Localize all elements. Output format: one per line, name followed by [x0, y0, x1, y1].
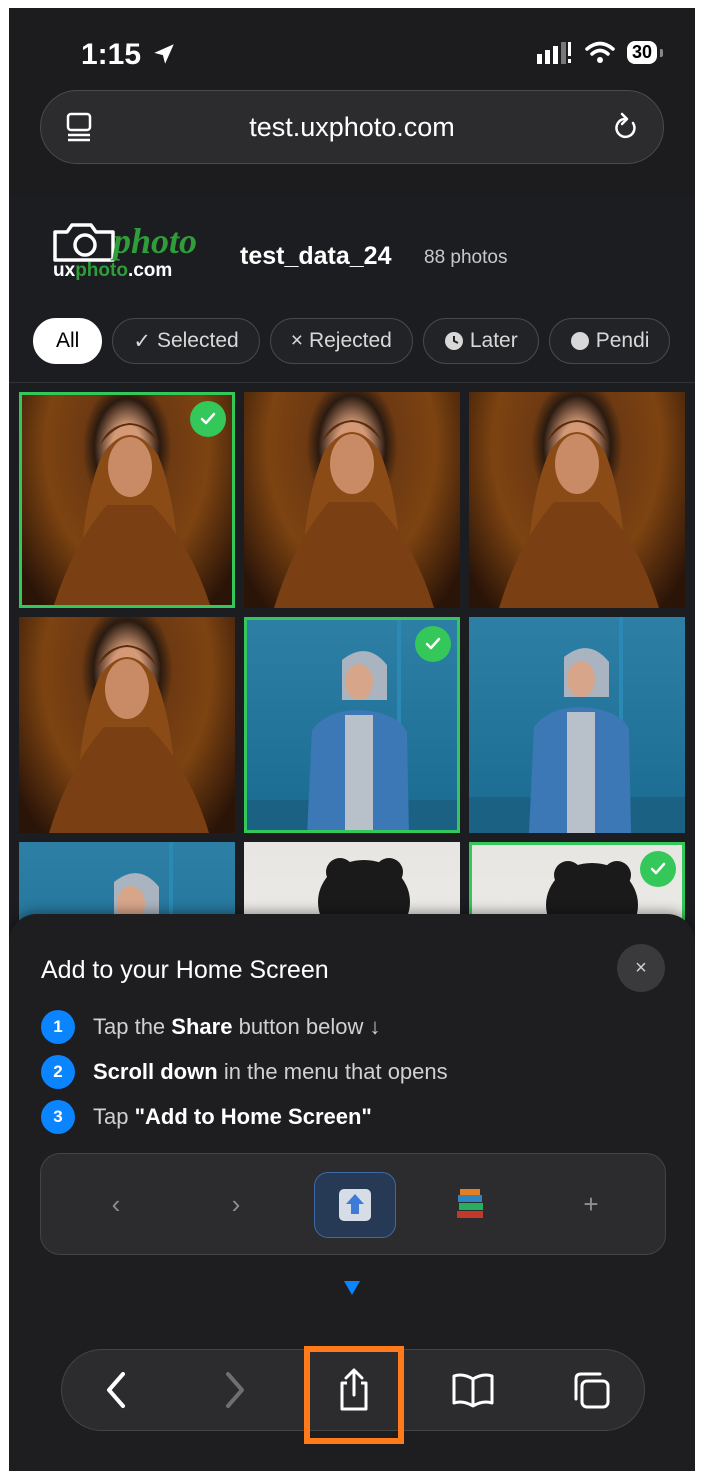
demo-bookmarks-icon [446, 1154, 496, 1254]
logo-word: photo [113, 221, 198, 261]
photo-count: 88 photos [424, 247, 508, 268]
phone-screen: 1:15 30 test.uxphoto.com photo uxphoto.c… [9, 8, 695, 1471]
step-text: Scroll down in the menu that opens [93, 1059, 448, 1084]
add-to-home-sheet: Add to your Home Screen × 1 Tap the Shar… [9, 914, 695, 1471]
demo-back-icon: ‹ [111, 1188, 121, 1219]
filter-selected[interactable]: ✓ Selected [112, 318, 260, 364]
status-indicators: 30 [536, 40, 664, 64]
step-number: 1 [41, 1010, 75, 1044]
step-2: 2 Scroll down in the menu that opens [41, 1055, 448, 1089]
portrait-image [499, 420, 659, 608]
photo-thumbnail[interactable] [19, 392, 235, 608]
battery-indicator: 30 [626, 40, 664, 64]
demo-share-button [314, 1172, 396, 1238]
photo-thumbnail[interactable] [244, 617, 460, 833]
filter-all[interactable]: All [33, 318, 103, 364]
back-button[interactable] [76, 1350, 156, 1430]
filter-pending[interactable]: Pendi [548, 318, 671, 364]
url-text[interactable]: test.uxphoto.com [41, 112, 663, 143]
photo-thumbnail[interactable] [469, 617, 685, 833]
selected-check-icon [190, 401, 226, 437]
bookmarks-button[interactable] [433, 1350, 513, 1430]
check-icon: ✓ [133, 329, 151, 353]
share-icon [339, 1189, 371, 1221]
photo-thumbnail[interactable] [469, 392, 685, 608]
arrow-down-icon [344, 1281, 360, 1295]
photo-thumbnail[interactable] [19, 617, 235, 833]
clock-icon [444, 332, 463, 350]
portrait-image [274, 420, 434, 608]
site-logo[interactable]: photo uxphoto.com [49, 220, 214, 282]
reload-icon[interactable] [611, 111, 641, 143]
step-text: Tap the Share button below ↓ [93, 1014, 381, 1039]
x-icon: × [290, 329, 303, 352]
chevron-right-icon [226, 1372, 244, 1408]
dot-icon [570, 332, 589, 350]
camera-icon [53, 223, 115, 262]
album-title: test_data_24 [240, 242, 392, 270]
books-icon [457, 1189, 483, 1218]
demo-forward-icon: › [231, 1188, 241, 1219]
step-text: Tap "Add to Home Screen" [93, 1104, 372, 1129]
wifi-icon [585, 41, 615, 63]
share-highlight-box [304, 1346, 404, 1444]
chevron-left-icon [107, 1372, 125, 1408]
cellular-signal-icon [536, 42, 571, 64]
location-arrow-icon [154, 44, 175, 64]
step-3: 3 Tap "Add to Home Screen" [41, 1100, 372, 1134]
divider [9, 382, 695, 383]
tabs-button[interactable] [551, 1350, 631, 1430]
step-number: 2 [41, 1055, 75, 1089]
sheet-title: Add to your Home Screen [41, 956, 329, 984]
filter-later[interactable]: Later [422, 318, 539, 364]
selected-check-icon [640, 851, 676, 887]
tabs-icon [574, 1372, 610, 1409]
share-demo-bar: ‹ › + [40, 1153, 666, 1255]
filter-rejected[interactable]: × Rejected [269, 318, 413, 364]
step-1: 1 Tap the Share button below ↓ [41, 1010, 380, 1044]
forward-button[interactable] [195, 1350, 275, 1430]
selected-check-icon [415, 626, 451, 662]
photo-thumbnail[interactable] [244, 392, 460, 608]
filter-chips: All ✓ Selected × Rejected Later Pendi [33, 318, 671, 364]
portrait-image [469, 617, 685, 833]
portrait-image [49, 645, 209, 833]
logo-url: uxphoto.com [53, 260, 173, 281]
demo-plus-icon: + [583, 1188, 599, 1219]
step-number: 3 [41, 1100, 75, 1134]
book-icon [452, 1373, 494, 1408]
close-button[interactable]: × [617, 944, 665, 992]
address-bar[interactable]: test.uxphoto.com [40, 90, 664, 164]
status-time: 1:15 [81, 38, 177, 72]
